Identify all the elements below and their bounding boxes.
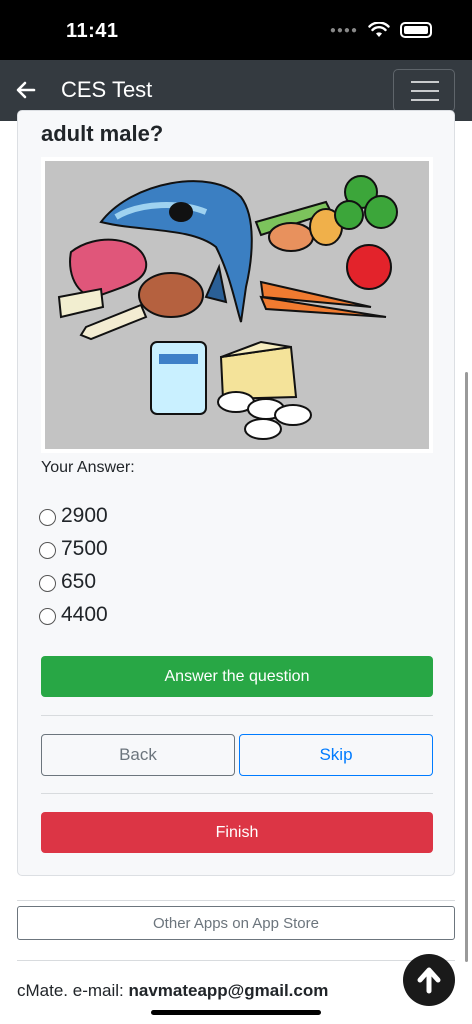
radio-button[interactable]	[39, 542, 56, 559]
back-button[interactable]: Back	[41, 734, 235, 776]
answer-option[interactable]: 2900	[39, 499, 108, 532]
answer-option[interactable]: 650	[39, 565, 108, 598]
question-text: adult male?	[41, 121, 164, 146]
contact-email-link[interactable]: navmateapp@gmail.com	[128, 981, 328, 1000]
divider	[41, 715, 433, 716]
status-icons: ●●●●	[330, 22, 432, 38]
hamburger-line	[411, 81, 439, 83]
option-label: 2900	[61, 503, 108, 527]
finish-button[interactable]: Finish	[41, 812, 433, 853]
footer-prefix: cMate. e-mail:	[17, 981, 129, 1000]
hamburger-line	[411, 90, 439, 92]
footer-contact: cMate. e-mail: navmateapp@gmail.com	[17, 981, 328, 1001]
wifi-icon	[368, 22, 390, 37]
answer-button[interactable]: Answer the question	[41, 656, 433, 697]
hamburger-line	[411, 99, 439, 101]
status-time: 11:41	[66, 20, 119, 42]
battery-icon	[400, 22, 432, 38]
answer-option[interactable]: 7500	[39, 532, 108, 565]
radio-button[interactable]	[39, 575, 56, 592]
signal-icon: ●●●●	[329, 24, 358, 36]
home-indicator	[151, 1010, 321, 1015]
other-apps-button[interactable]: Other Apps on App Store	[17, 906, 455, 940]
option-label: 7500	[61, 536, 108, 560]
scroll-to-top-button[interactable]	[403, 954, 455, 1006]
divider	[17, 960, 455, 961]
menu-toggle-button[interactable]	[393, 69, 455, 112]
divider	[41, 793, 433, 794]
page-title: CES Test	[61, 77, 153, 102]
divider	[17, 900, 455, 901]
food-groups-image	[41, 157, 433, 453]
back-arrow-icon[interactable]	[14, 78, 38, 102]
skip-button[interactable]: Skip	[239, 734, 433, 776]
answer-label: Your Answer:	[41, 459, 135, 476]
radio-button[interactable]	[39, 608, 56, 625]
question-card: adult male? Your Answer: 2900 7500 650 4…	[17, 110, 455, 876]
status-bar: 11:41 ●●●●	[0, 0, 472, 60]
radio-button[interactable]	[39, 509, 56, 526]
answer-option[interactable]: 4400	[39, 598, 108, 631]
scrollbar[interactable]	[465, 372, 468, 962]
arrow-up-icon	[412, 963, 446, 997]
answer-options: 2900 7500 650 4400	[39, 499, 108, 631]
option-label: 4400	[61, 602, 108, 626]
option-label: 650	[61, 569, 97, 593]
